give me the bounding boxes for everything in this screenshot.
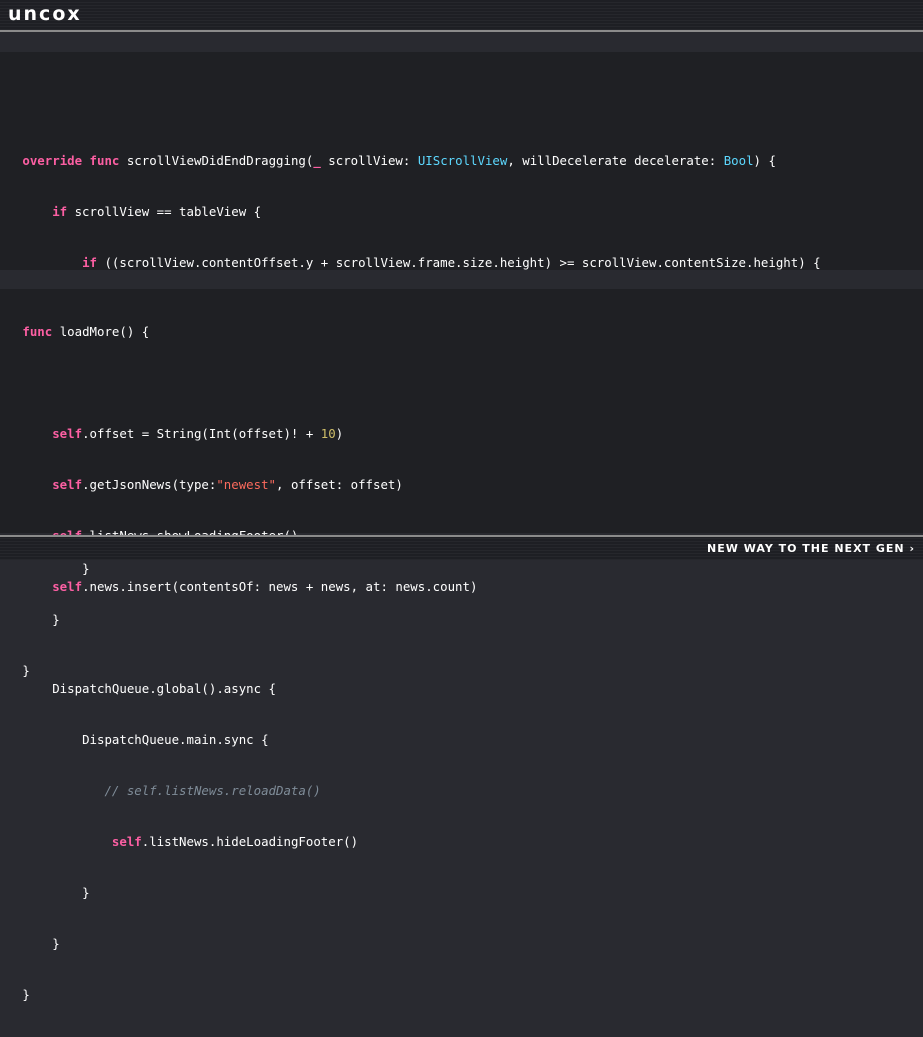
code-line: } <box>82 885 90 900</box>
code-line: DispatchQueue.global().async { <box>52 681 277 696</box>
top-divider <box>0 30 923 32</box>
code-block-load-more: func loadMore() { self.offset = String(I… <box>0 289 923 1002</box>
code-line: DispatchQueue.main.sync { <box>82 732 269 747</box>
code-text[interactable]: func loadMore() { self.offset = String(I… <box>0 289 477 1037</box>
code-line: } <box>22 987 30 1002</box>
code-line: if scrollView == tableView { <box>52 204 262 219</box>
code-line: self.listNews.hideLoadingFooter() <box>111 834 359 849</box>
uncox-logo[interactable]: uncox <box>8 3 82 25</box>
tagline-link[interactable]: NEW WAY TO THE NEXT GEN › <box>707 542 915 555</box>
bottom-bar: NEW WAY TO THE NEXT GEN › <box>0 537 923 560</box>
code-line: self.offset = String(Int(offset)! + 10) <box>52 426 344 441</box>
code-line: override func scrollViewDidEndDragging(_… <box>22 153 776 168</box>
code-block-scroll-handler: override func scrollViewDidEndDragging(_… <box>0 52 923 678</box>
top-bar: uncox <box>0 0 923 30</box>
code-line: self.news.insert(contentsOf: news + news… <box>52 579 478 594</box>
code-line: // self.listNews.reloadData() <box>104 783 321 798</box>
code-line: if ((scrollView.contentOffset.y + scroll… <box>82 255 821 270</box>
code-line: } <box>52 936 60 951</box>
code-line: func loadMore() { <box>22 324 150 339</box>
code-line: self.getJsonNews(type:"newest", offset: … <box>52 477 403 492</box>
